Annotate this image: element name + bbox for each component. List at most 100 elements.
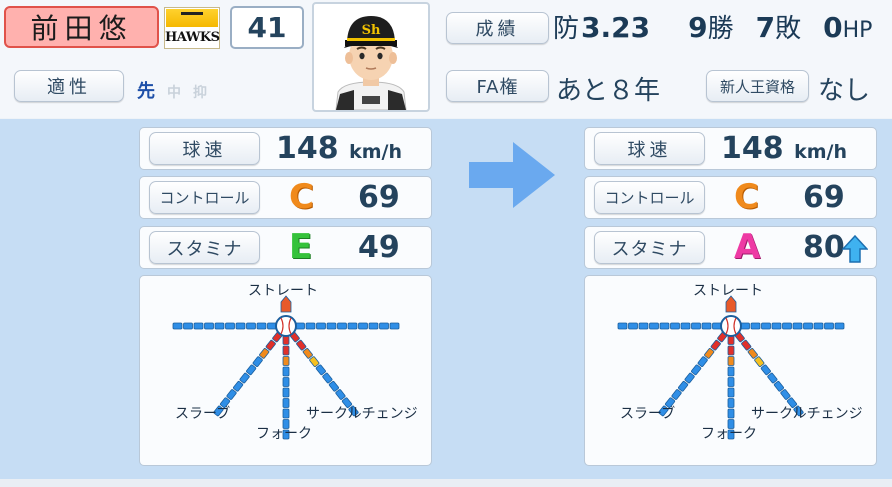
after-pitch-left-arm-segment [638, 322, 649, 330]
after-pitch-fork-arm-segment [727, 387, 735, 398]
before-pitch-fork-arm-segment [282, 377, 290, 387]
before-control-value: 69 [358, 180, 400, 215]
wins-value: 9 [688, 11, 708, 44]
before-pitch-circle-change-arm-segment [322, 372, 333, 384]
before-pitch-fork-arm-segment [282, 345, 290, 356]
after-pitch-slider: スラーブ [620, 406, 676, 422]
before-pitch-circle-change-arm-segment [309, 356, 320, 367]
before-pitch-slider-arm-segment [252, 356, 263, 367]
after-stamina-row: スタミナ A 80 [584, 226, 877, 269]
before-pitch-left-arm-segment [172, 322, 183, 330]
before-pitch-right-arm-segment [347, 322, 358, 330]
after-stamina-label: スタミナ [594, 231, 705, 264]
after-control-value: 69 [803, 180, 845, 215]
after-pitch-slider-arm-segment [710, 339, 721, 351]
after-pitch-left-arm-segment [680, 322, 691, 330]
after-pitch-right-arm-segment [761, 322, 771, 330]
bottom-bar [0, 479, 892, 487]
before-stamina-label: スタミナ [149, 231, 260, 264]
before-speed-row: 球速 148 km/h [139, 127, 432, 170]
team-logo-text: HAWKS [165, 30, 220, 45]
after-pitch-slider-arm-segment [684, 372, 695, 384]
after-pitch-right-arm-segment [750, 322, 761, 330]
after-pitch-left-arm-segment [649, 322, 659, 330]
after-pitch-slider-arm-segment [704, 348, 715, 359]
before-pitch-left-arm-segment [183, 322, 193, 330]
after-baseball-icon [720, 315, 742, 337]
player-portrait: Sh [312, 2, 430, 112]
before-pitch-left-arm-segment [256, 322, 267, 330]
before-pitch-right-arm-segment [379, 322, 389, 330]
after-pitch-chart: ストレート スラーブ フォーク サークルチェンジ [584, 275, 877, 466]
before-pitch-right-arm-segment [316, 322, 326, 330]
before-speed-label: 球速 [149, 132, 260, 165]
losses-suffix: 敗 [775, 14, 802, 44]
before-pitch-straight: ストレート [248, 283, 318, 299]
before-pitch-chart: ストレート スラーブ フォーク サークルチェンジ [139, 275, 432, 466]
after-pitch-left-arm-segment [659, 322, 670, 330]
after-pitch-slider-arm-segment [691, 364, 702, 376]
team-logo: HAWKS [164, 7, 220, 49]
before-pitch-slider-arm-segment [233, 380, 244, 392]
before-pitch-slider-arm-segment [246, 364, 257, 376]
before-pitch-right-arm-segment [305, 322, 316, 330]
record-label: 成績 [446, 12, 549, 44]
after-pitch-fork-arm-segment [727, 398, 735, 408]
before-speed-value: 148 km/h [276, 131, 402, 166]
before-stamina-row: スタミナ E 49 [139, 226, 432, 269]
before-pitch-left-arm-segment [204, 322, 214, 330]
after-pitch-right-arm-segment [792, 322, 803, 330]
season-record: 防 3.23 9 勝 7 敗 0 HP [553, 8, 872, 45]
before-pitch-right-arm-segment [368, 322, 379, 330]
after-pitch-slider-arm-segment [697, 356, 708, 367]
rookie-value: なし [818, 76, 871, 106]
era-value: 3.23 [581, 11, 651, 44]
before-pitch-slider: スラーブ [175, 406, 231, 422]
before-pitch-circle-change-arm-segment [335, 389, 346, 400]
before-pitch-fork-arm-segment [282, 356, 290, 366]
after-pitch-circle-change-arm-segment [747, 348, 758, 359]
before-pitch-circle-change-arm-segment [302, 348, 313, 359]
after-pitch-fork-arm-segment [727, 377, 735, 387]
before-pitch-left-arm-segment [193, 322, 204, 330]
before-speed-number: 148 [276, 131, 339, 166]
after-pitch-slider-arm-segment [678, 380, 689, 392]
after-pitch-right-arm-segment [824, 322, 834, 330]
holds-suffix: HP [842, 18, 873, 43]
after-pitch-right-arm-segment [813, 322, 824, 330]
after-pitch-right-arm-segment [834, 322, 845, 330]
after-speed-row: 球速 148 km/h [584, 127, 877, 170]
after-stamina-value: 80 [803, 230, 845, 265]
era-prefix: 防 [553, 14, 580, 44]
before-speed-unit: km/h [349, 141, 402, 163]
uniform-number: 41 [230, 6, 304, 49]
before-pitch-left-arm-segment [246, 322, 256, 330]
position-main: 先 [137, 81, 155, 102]
after-speed-value: 148 km/h [721, 131, 847, 166]
before-pitch-circle-change-arm-segment [315, 364, 326, 376]
after-pitch-right-arm-segment [771, 322, 782, 330]
after-pitch-right-arm-segment [782, 322, 792, 330]
before-pitch-fork-arm-segment [282, 408, 290, 419]
after-stamina-grade: A [734, 227, 761, 267]
after-speed-label: 球速 [594, 132, 705, 165]
before-baseball-icon [275, 315, 297, 337]
after-pitch-circle-change-arm-segment [780, 389, 791, 400]
after-pitch-straight: ストレート [693, 283, 763, 299]
after-pitch-left-arm-segment [691, 322, 701, 330]
after-pitch-circle-change-arm-segment [767, 372, 778, 384]
before-stamina-value: 49 [358, 230, 400, 265]
svg-text:Sh: Sh [362, 23, 381, 38]
after-pitch-circle-change-arm-segment [760, 364, 771, 376]
change-arrow-icon [469, 142, 555, 208]
before-pitch-fork-arm-segment [282, 398, 290, 408]
after-pitch-slider-arm-segment [671, 389, 682, 400]
before-pitch-fork-arm-segment [282, 366, 290, 377]
before-pitch-right-arm-segment [389, 322, 400, 330]
before-pitch-left-arm-segment [235, 322, 246, 330]
position-sub-1: 中 [167, 85, 181, 101]
after-control-grade: C [734, 177, 759, 217]
after-pitch-left-arm-segment [701, 322, 712, 330]
up-arrow-icon [842, 235, 868, 263]
before-pitch-circle-change-arm-segment [296, 339, 307, 351]
